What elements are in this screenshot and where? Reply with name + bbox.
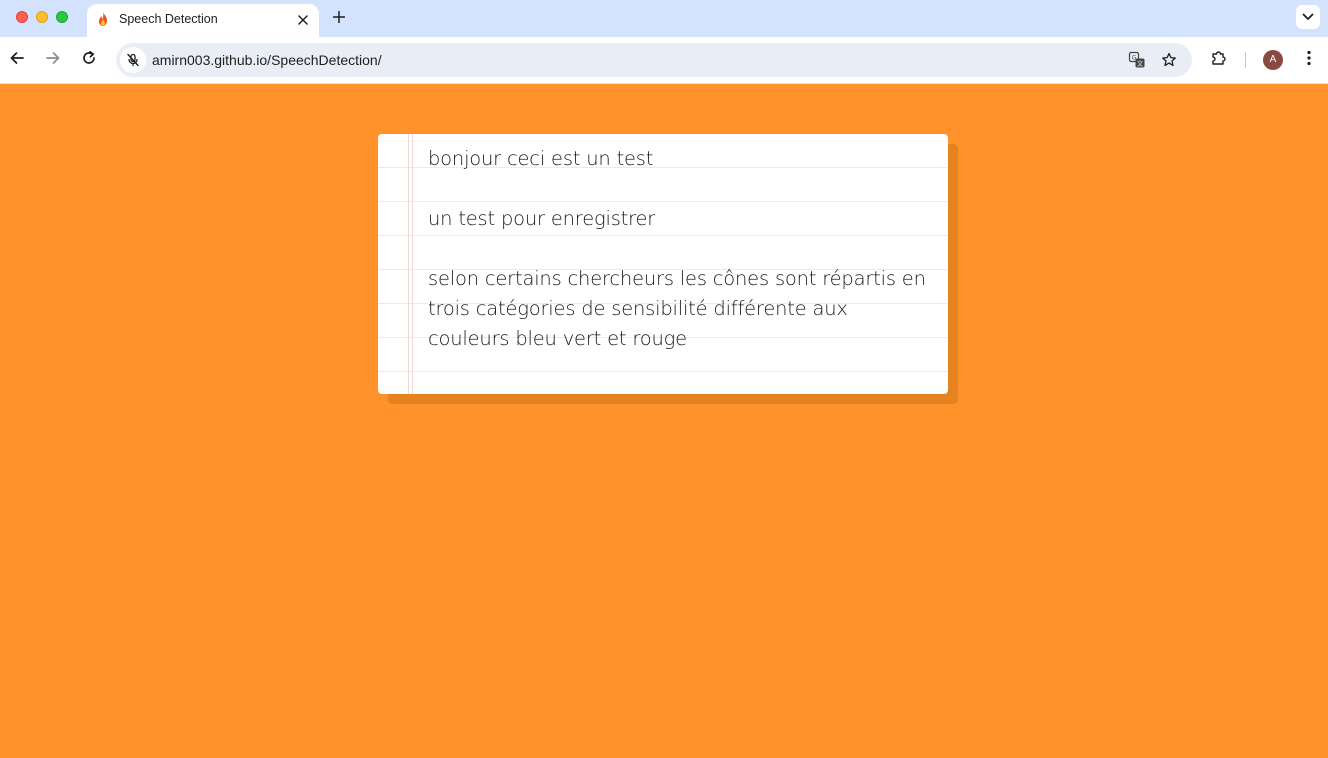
lined-paper: bonjour ceci est un test un test pour en… [378,134,948,394]
toolbar-divider [1245,52,1246,68]
transcript-line: bonjour ceci est un test [428,147,654,170]
transcript-line: selon certains chercheurs les cônes sont… [428,267,926,350]
profile-avatar[interactable]: A [1263,50,1283,70]
translate-icon[interactable]: G 文 [1125,48,1149,72]
transcript: bonjour ceci est un test un test pour en… [428,144,933,384]
chevron-down-icon [1302,8,1314,26]
tab-title: Speech Detection [119,12,218,26]
back-button[interactable] [3,46,31,74]
more-vertical-icon [1307,50,1311,71]
svg-text:文: 文 [1137,60,1143,68]
close-tab-icon[interactable] [293,10,313,30]
maximize-window-button[interactable] [56,11,68,23]
margin-line [408,134,409,394]
mic-off-icon[interactable] [120,47,146,73]
browser-toolbar: amirn003.github.io/SpeechDetection/ G 文 … [0,37,1328,84]
arrow-right-icon [45,50,61,71]
margin-line [412,134,413,394]
close-window-button[interactable] [16,11,28,23]
reload-icon [81,50,97,71]
active-tab[interactable]: Speech Detection [87,4,319,37]
arrow-left-icon [9,50,25,71]
reload-button[interactable] [75,46,103,74]
forward-button[interactable] [39,46,67,74]
tab-search-button[interactable] [1296,5,1320,29]
svg-text:G: G [1132,55,1137,62]
address-bar[interactable]: amirn003.github.io/SpeechDetection/ G 文 [116,43,1192,77]
menu-button[interactable] [1295,46,1323,74]
bookmark-star-icon[interactable] [1157,48,1181,72]
minimize-window-button[interactable] [36,11,48,23]
new-tab-button[interactable] [327,5,351,29]
url-text: amirn003.github.io/SpeechDetection/ [152,52,382,68]
extensions-button[interactable] [1205,46,1233,74]
transcript-line: un test pour enregistrer [428,207,656,230]
fire-icon [95,11,111,27]
puzzle-icon [1210,49,1228,72]
page-content: bonjour ceci est un test un test pour en… [0,84,1328,758]
tab-strip: Speech Detection [0,0,1328,37]
